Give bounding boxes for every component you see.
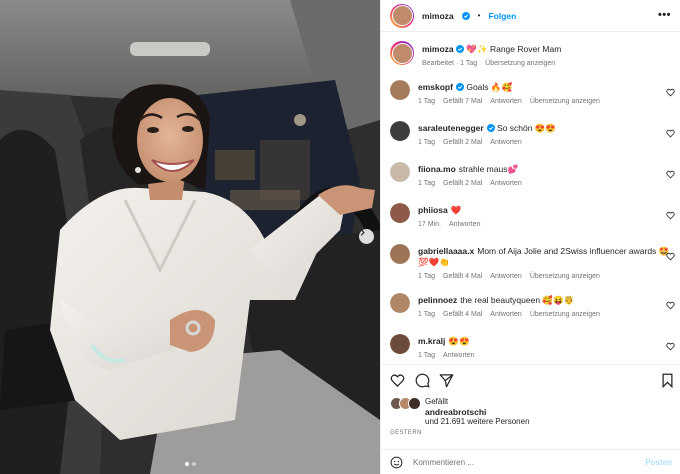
caption-text: Range Rover Mam: [489, 44, 562, 54]
comment-like-heart-icon[interactable]: [666, 342, 675, 351]
comment-item: saraleutenegger So schön 😍😍 1 Tag Gefäll…: [390, 121, 675, 146]
likes-first-user[interactable]: andreabrotschi: [425, 407, 530, 417]
post-sidebar: mimoza • Folgen ••• mimoza 💖✨ Range Rove…: [380, 0, 680, 474]
comment-avatar[interactable]: [390, 80, 410, 100]
comment-item: pelinnoez the real beautyqueen 🥰😝🤴 1 Tag …: [390, 293, 675, 318]
comment-like-heart-icon[interactable]: [666, 211, 675, 220]
comment-time[interactable]: 1 Tag: [418, 311, 435, 318]
comment-likes[interactable]: Gefällt 4 Mal: [443, 273, 482, 280]
heart-icon[interactable]: [390, 373, 405, 388]
comment-username[interactable]: fiiona.mo: [418, 164, 456, 174]
comment-username[interactable]: gabriellaaaa.x: [418, 246, 474, 256]
caption-edited: Bearbeitet: [422, 60, 454, 67]
comment-likes[interactable]: Gefällt 4 Mal: [443, 311, 482, 318]
comment-reply-button[interactable]: Antworten: [490, 180, 522, 187]
caption-emoji: 💖✨: [466, 44, 488, 54]
comment-avatar[interactable]: [390, 121, 410, 141]
chevron-right-icon: [360, 229, 365, 236]
comment-time[interactable]: 1 Tag: [418, 139, 435, 146]
comment-translate-link[interactable]: Übersetzung anzeigen: [530, 98, 600, 105]
comment-reply-button[interactable]: Antworten: [449, 221, 481, 228]
bookmark-icon[interactable]: [660, 373, 675, 388]
comment-input[interactable]: [413, 457, 636, 467]
action-bar: [381, 364, 680, 394]
comment-like-heart-icon[interactable]: [666, 252, 675, 261]
more-options-icon[interactable]: •••: [658, 9, 671, 21]
comment-reply-button[interactable]: Antworten: [490, 311, 522, 318]
comment-text: strahle maus💕: [458, 164, 519, 174]
comment-item: phiiosa ❤️ 17 Min. Antworten: [390, 203, 675, 228]
caption-avatar[interactable]: [390, 41, 414, 65]
comment-text: Goals 🔥🥰: [466, 82, 513, 92]
add-comment-bar: Posten: [381, 449, 680, 474]
comment-reply-button[interactable]: Antworten: [490, 273, 522, 280]
comment-text: ❤️: [450, 205, 462, 215]
comment-reply-button[interactable]: Antworten: [490, 139, 522, 146]
comment-reply-button[interactable]: Antworten: [490, 98, 522, 105]
comment-username[interactable]: saraleutenegger: [418, 123, 484, 133]
comment-item: m.kralj 😍😍 1 Tag Antworten: [390, 334, 675, 359]
post-date[interactable]: GESTERN: [390, 430, 422, 436]
comment-time[interactable]: 1 Tag: [418, 273, 435, 280]
carousel-dot: [184, 462, 189, 466]
author-avatar[interactable]: [390, 3, 414, 28]
author-username[interactable]: mimoza: [422, 11, 454, 21]
follow-button[interactable]: Folgen: [488, 11, 516, 21]
verified-icon: [456, 45, 465, 53]
comment-reply-button[interactable]: Antworten: [443, 352, 475, 359]
liker-avatars: [390, 397, 422, 411]
comment-username[interactable]: pelinnoez: [418, 295, 457, 305]
comment-time[interactable]: 17 Min.: [418, 221, 441, 228]
comment-time[interactable]: 1 Tag: [418, 98, 435, 105]
comment-username[interactable]: emskopf: [418, 82, 453, 92]
comment-time[interactable]: 1 Tag: [418, 352, 435, 359]
share-icon[interactable]: [439, 373, 454, 388]
verified-icon: [455, 83, 464, 91]
caption-time: 1 Tag: [460, 60, 478, 67]
comment-text: the real beautyqueen 🥰😝🤴: [460, 295, 575, 305]
carousel-dot: [191, 462, 196, 466]
carousel-indicator: [0, 462, 380, 466]
comment-text: 😍😍: [448, 336, 470, 346]
verified-icon: [486, 124, 495, 132]
comment-username[interactable]: m.kralj: [418, 336, 445, 346]
post-comment-button[interactable]: Posten: [645, 458, 672, 467]
comment-item: gabriellaaaa.x Mom of Aija Jolie and 2Swi…: [390, 244, 675, 280]
likes-others[interactable]: und 21.691 weitere Personen: [425, 417, 530, 427]
comment-like-heart-icon[interactable]: [666, 170, 675, 179]
comment-avatar[interactable]: [390, 162, 410, 182]
emoji-icon[interactable]: [390, 456, 403, 469]
comment-avatar[interactable]: [390, 203, 410, 223]
likes-label: Gefällt: [425, 397, 449, 406]
comment-avatar[interactable]: [390, 334, 410, 354]
comment-translate-link[interactable]: Übersetzung anzeigen: [530, 273, 600, 280]
comment-item: emskopf Goals 🔥🥰 1 Tag Gefällt 7 Mal Ant…: [390, 80, 675, 105]
comment-like-heart-icon[interactable]: [666, 88, 675, 97]
comment-text: So schön 😍😍: [497, 123, 557, 133]
caption-username[interactable]: mimoza: [422, 44, 454, 54]
comment-item: fiiona.mo strahle maus💕 1 Tag Gefällt 2 M…: [390, 162, 675, 187]
verified-icon: [461, 11, 470, 20]
comment-username[interactable]: phiiosa: [418, 205, 448, 215]
car-interior-photo: [0, 0, 380, 474]
post-image[interactable]: [0, 0, 380, 474]
post-header: mimoza • Folgen •••: [381, 0, 680, 32]
comment-translate-link[interactable]: Übersetzung anzeigen: [530, 311, 600, 318]
comment-like-heart-icon[interactable]: [666, 129, 675, 138]
liker-avatar: [408, 397, 421, 410]
comment-likes[interactable]: Gefällt 2 Mal: [443, 180, 482, 187]
comment-time[interactable]: 1 Tag: [418, 180, 435, 187]
comment-avatar[interactable]: [390, 244, 410, 264]
comment-like-heart-icon[interactable]: [666, 301, 675, 310]
post-caption: mimoza 💖✨ Range Rover Mam Bearbeitet · 1…: [390, 41, 670, 67]
comment-icon[interactable]: [415, 373, 430, 388]
comment-avatar[interactable]: [390, 293, 410, 313]
comment-likes[interactable]: Gefällt 2 Mal: [443, 139, 482, 146]
caption-translate-link[interactable]: Übersetzung anzeigen: [485, 60, 555, 67]
carousel-next-button[interactable]: [359, 229, 374, 244]
comment-likes[interactable]: Gefällt 7 Mal: [443, 98, 482, 105]
